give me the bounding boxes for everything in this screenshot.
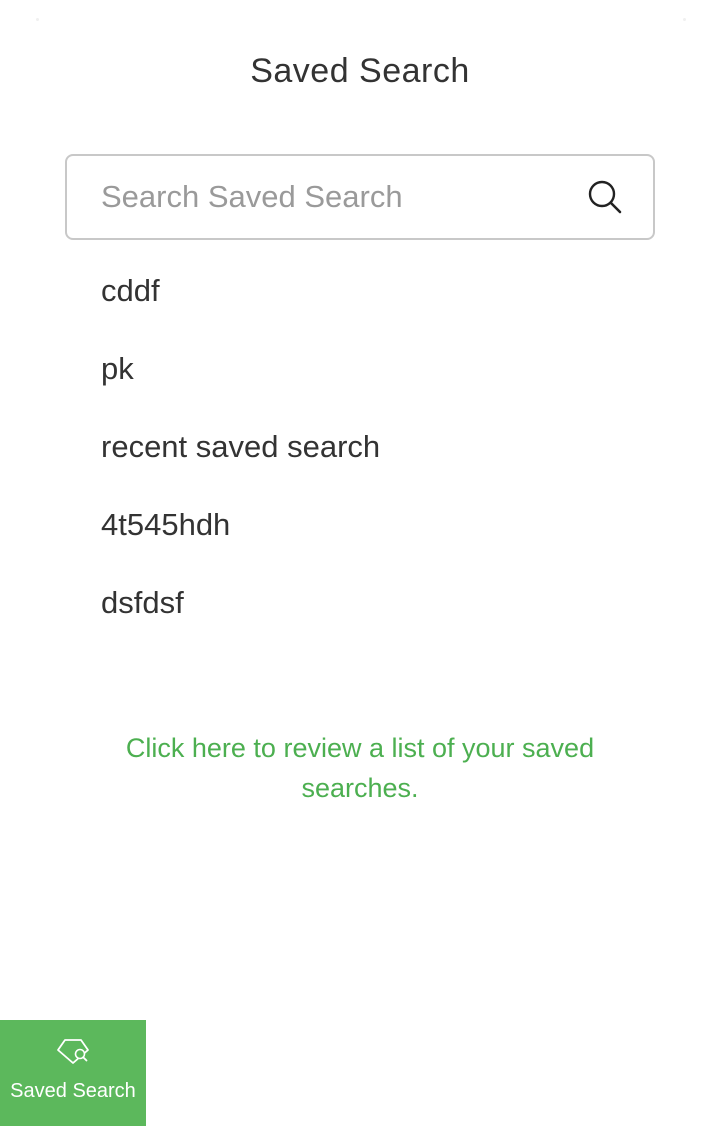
search-box [65, 154, 655, 240]
list-item[interactable]: pk [101, 340, 380, 418]
list-item[interactable]: dsfdsf [101, 574, 380, 652]
review-saved-searches-link[interactable]: Click here to review a list of your save… [95, 728, 625, 808]
list-item[interactable]: 4t545hdh [101, 496, 380, 574]
search-icon[interactable] [585, 177, 625, 217]
search-input[interactable] [67, 156, 585, 238]
list-item[interactable]: cddf [101, 262, 380, 340]
saved-search-button-label: Saved Search [10, 1080, 136, 1102]
list-item[interactable]: recent saved search [101, 418, 380, 496]
corner-decoration [683, 18, 686, 21]
corner-decoration [36, 18, 39, 21]
tag-search-icon [55, 1036, 91, 1066]
saved-search-button[interactable]: Saved Search [0, 1020, 146, 1126]
saved-search-panel: Saved Search cddf pk recent saved search… [0, 0, 720, 1142]
saved-search-list: cddf pk recent saved search 4t545hdh dsf… [101, 262, 380, 652]
page-title: Saved Search [250, 52, 470, 90]
